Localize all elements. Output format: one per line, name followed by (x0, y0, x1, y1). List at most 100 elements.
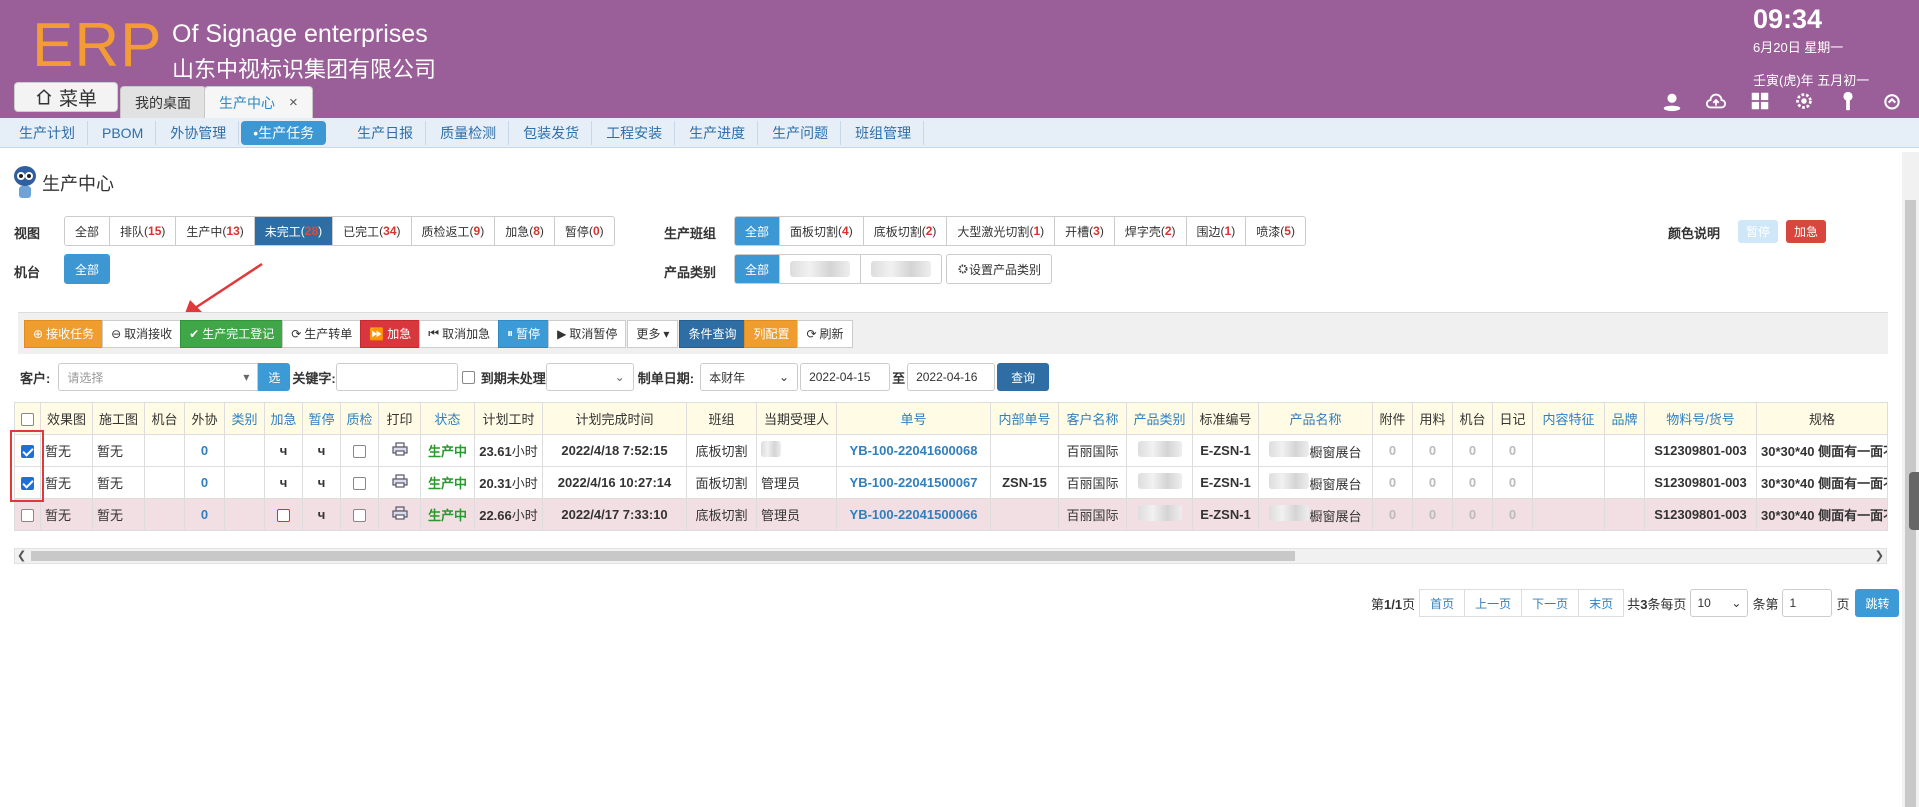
view-unfinished[interactable]: 未完工(28) (254, 217, 334, 245)
col-header[interactable]: 内容特征 (1532, 402, 1605, 435)
pause-cell[interactable]: ч (302, 498, 341, 531)
nav-daily-report[interactable]: 生产日报 (345, 120, 427, 145)
urgent-button[interactable]: ⏩ 加急 (360, 319, 421, 348)
power-icon[interactable] (1879, 88, 1905, 114)
tab-production-center[interactable]: 生产中心 × (204, 86, 313, 118)
scroll-right-icon[interactable]: ❯ (1875, 549, 1884, 562)
pause-button[interactable]: ⏸ 暂停 (498, 319, 550, 348)
col-header[interactable]: 当期受理人 (756, 402, 837, 435)
printer-icon[interactable] (391, 506, 408, 520)
col-header[interactable]: 内部单号 (990, 402, 1059, 435)
scroll-thumb[interactable] (31, 551, 1295, 561)
user-icon[interactable] (1659, 88, 1685, 114)
select-all-checkbox[interactable] (21, 413, 34, 427)
page-size-select[interactable]: 10 ⌄ (1690, 589, 1749, 617)
pause-cell[interactable]: ч (302, 466, 341, 499)
view-paused[interactable]: 暂停(0) (555, 217, 614, 245)
printer-icon[interactable] (391, 442, 408, 456)
nav-team[interactable]: 班组管理 (843, 120, 925, 145)
col-header[interactable]: 机台 (144, 402, 185, 435)
overdue-checkbox[interactable] (461, 370, 475, 384)
keyword-input[interactable] (335, 363, 458, 391)
horizontal-scrollbar[interactable]: ❮ ❯ (14, 548, 1887, 564)
transfer-order-button[interactable]: ⟳ 生产转单 (282, 319, 362, 348)
complete-register-button[interactable]: ✔ 生产完工登记 (180, 319, 284, 348)
order-no-cell[interactable]: YB-100-22041600068 (836, 434, 991, 467)
col-header[interactable]: 暂停 (302, 402, 341, 435)
team-welding[interactable]: 焊字壳(2) (1115, 217, 1187, 245)
col-header[interactable]: 状态 (420, 402, 475, 435)
receive-task-button[interactable]: ⊕ 接收任务 (24, 319, 104, 348)
col-header[interactable]: 单号 (836, 402, 991, 435)
product-category-option[interactable] (861, 255, 941, 283)
more-dropdown[interactable]: 更多 ▾ (627, 319, 679, 348)
team-laser-cut[interactable]: 大型激光切割(1) (947, 217, 1056, 245)
outsource-cell[interactable]: 0 (184, 466, 225, 499)
col-header[interactable]: 班组 (686, 402, 757, 435)
close-icon[interactable]: × (289, 94, 298, 111)
qc-checkbox[interactable] (353, 509, 366, 523)
first-page-button[interactable]: 首页 (1419, 589, 1466, 617)
machine-all[interactable]: 全部 (65, 255, 110, 283)
gear-icon[interactable] (1791, 88, 1817, 114)
qc-checkbox[interactable] (353, 445, 366, 459)
col-header[interactable]: 产品名称 (1258, 402, 1373, 435)
col-header[interactable]: 打印 (378, 402, 421, 435)
product-category-option[interactable] (780, 255, 862, 283)
nav-production-task[interactable]: •生产任务 (241, 120, 327, 145)
team-slotting[interactable]: 开槽(3) (1055, 217, 1115, 245)
col-header[interactable]: 质检 (340, 402, 379, 435)
cancel-urgent-button[interactable]: ⏮ 取消加急 (419, 319, 500, 348)
query-button[interactable]: 查询 (997, 363, 1050, 391)
overdue-select[interactable]: ⌄ (545, 363, 634, 391)
tab-desktop[interactable]: 我的桌面 (120, 86, 206, 118)
view-queue[interactable]: 排队(15) (110, 217, 177, 245)
go-button[interactable]: 跳转 (1855, 589, 1900, 617)
side-handle[interactable] (1909, 472, 1919, 530)
column-config-button[interactable]: 列配置 (744, 319, 799, 348)
product-category-all[interactable]: 全部 (735, 255, 781, 283)
view-finished[interactable]: 已完工(34) (333, 217, 412, 245)
urgent-checkbox[interactable] (277, 509, 290, 523)
col-header[interactable]: 机台 (1452, 402, 1493, 435)
condition-query-button[interactable]: 条件查询 (679, 319, 746, 348)
team-edging[interactable]: 围边(1) (1187, 217, 1247, 245)
nav-installation[interactable]: 工程安装 (594, 120, 676, 145)
team-all[interactable]: 全部 (735, 217, 781, 245)
col-header[interactable]: 附件 (1372, 402, 1413, 435)
team-base-cut[interactable]: 底板切割(2) (864, 217, 948, 245)
view-urgent[interactable]: 加急(8) (495, 217, 555, 245)
col-header[interactable]: 用料 (1412, 402, 1453, 435)
view-in-production[interactable]: 生产中(13) (176, 217, 255, 245)
page-number-input[interactable]: 1 (1782, 589, 1833, 617)
col-header[interactable]: 物料号/货号 (1644, 402, 1757, 435)
apps-icon[interactable] (1747, 88, 1773, 114)
customer-select-button[interactable]: 选 (258, 363, 291, 391)
scroll-left-icon[interactable]: ❮ (17, 549, 26, 562)
cloud-icon[interactable] (1703, 88, 1729, 114)
nav-issues[interactable]: 生产问题 (760, 120, 842, 145)
col-header[interactable]: 效果图 (40, 402, 93, 435)
col-header[interactable]: 产品类别 (1126, 402, 1193, 435)
nav-shipping[interactable]: 包装发货 (511, 120, 593, 145)
col-header[interactable]: 类别 (224, 402, 265, 435)
table-row[interactable]: 暂无 暂无 0 ч ч 生产中 20.31小时 2022/4/16 10:27:… (14, 466, 1888, 499)
outsource-cell[interactable]: 0 (184, 434, 225, 467)
col-header[interactable]: 标准编号 (1192, 402, 1259, 435)
cancel-pause-button[interactable]: ▶ 取消暂停 (548, 319, 627, 348)
team-panel-cut[interactable]: 面板切割(4) (780, 217, 864, 245)
col-header[interactable]: 加急 (264, 402, 303, 435)
col-header[interactable]: 外协 (184, 402, 225, 435)
row-checkbox[interactable] (21, 509, 34, 523)
table-row[interactable]: 暂无 暂无 0 ч 生产中 22.66小时 2022/4/17 7:33:10 … (14, 498, 1888, 531)
next-page-button[interactable]: 下一页 (1521, 589, 1580, 617)
cancel-receive-button[interactable]: ⊖ 取消接收 (102, 319, 182, 348)
nav-quality[interactable]: 质量检测 (428, 120, 510, 145)
urgent-cell[interactable]: ч (264, 466, 303, 499)
urgent-cell[interactable]: ч (264, 434, 303, 467)
col-header[interactable]: 规格 (1756, 402, 1888, 435)
refresh-button[interactable]: ⟳ 刷新 (797, 319, 853, 348)
set-product-category-button[interactable]: 设置产品类别 (947, 255, 1051, 283)
team-painting[interactable]: 喷漆(5) (1246, 217, 1305, 245)
period-select[interactable]: 本财年 ⌄ (700, 363, 799, 391)
